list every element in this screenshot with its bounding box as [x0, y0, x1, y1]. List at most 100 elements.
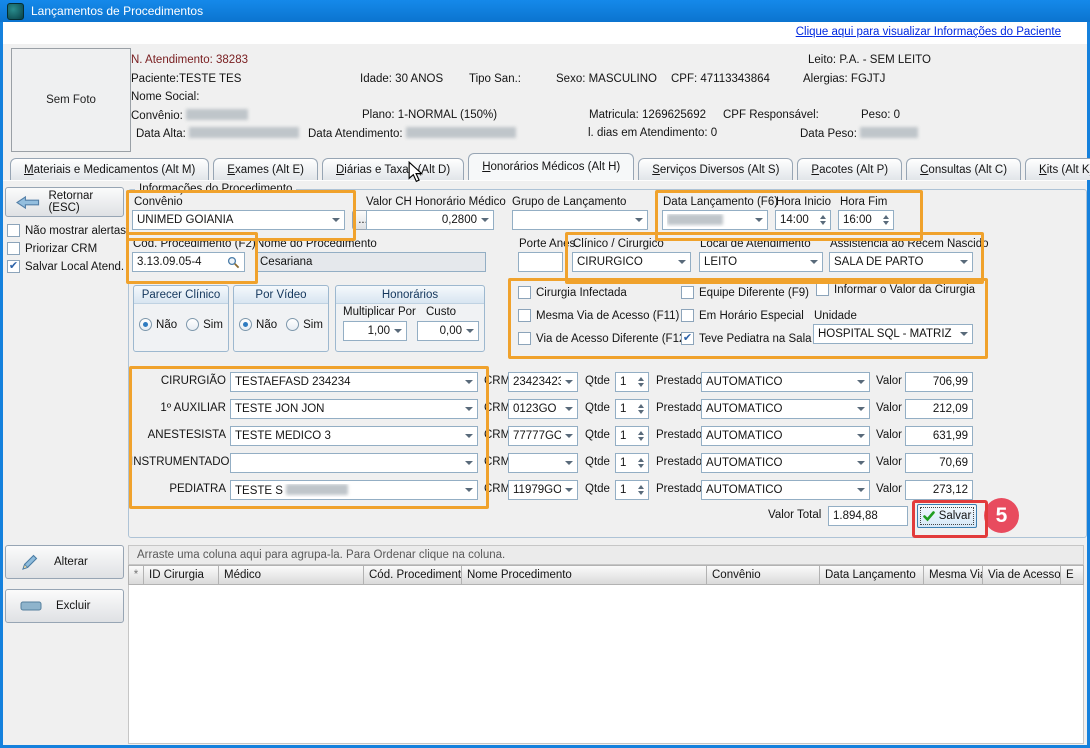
- checkbox-box: [681, 309, 694, 322]
- tab-diarias-taxas[interactable]: Diárias e Taxas (Alt D): [322, 158, 464, 180]
- pediatra-combo[interactable]: TESTE S: [230, 480, 478, 500]
- anestesista-combo[interactable]: TESTE MEDICO 3: [230, 426, 478, 446]
- anestesista-qtde-spinner[interactable]: 1: [615, 426, 649, 446]
- checkbox-equipe-diferente[interactable]: Equipe Diferente (F9): [681, 286, 809, 299]
- valor-label: Valor: [876, 402, 902, 414]
- assistencia-label: Assistência ao Recem Nascido: [830, 238, 989, 250]
- instrumentador-valor-field[interactable]: 70,69: [905, 453, 973, 473]
- column-header-medico[interactable]: Médico: [219, 565, 364, 585]
- spinner-arrows-icon[interactable]: [638, 431, 644, 441]
- anestesista-crm-combo[interactable]: 77777GO: [508, 426, 578, 446]
- checkbox-cirurgia-infectada[interactable]: Cirurgia Infectada: [518, 286, 627, 299]
- tab-consultas[interactable]: Consultas (Alt C): [906, 158, 1021, 180]
- unidade-combo[interactable]: HOSPITAL SQL - MATRIZ: [813, 324, 973, 344]
- hora-fim-spinner[interactable]: 16:00: [838, 210, 894, 230]
- tab-exames[interactable]: Exames (Alt E): [213, 158, 318, 180]
- auxiliar-valor-field[interactable]: 212,09: [905, 399, 973, 419]
- data-lancamento-combo[interactable]: [662, 210, 768, 230]
- column-header-nome-procedimento[interactable]: Nome Procedimento: [462, 565, 707, 585]
- check-icon: [923, 511, 935, 522]
- pediatra-valor-field[interactable]: 273,12: [905, 480, 973, 500]
- search-icon[interactable]: [227, 256, 240, 269]
- pediatra-qtde-spinner[interactable]: 1: [615, 480, 649, 500]
- checkbox-via-acesso-diferente[interactable]: Via de Acesso Diferente (F12): [518, 332, 689, 345]
- column-header-convenio[interactable]: Convênio: [707, 565, 820, 585]
- anestesista-valor-field[interactable]: 631,99: [905, 426, 973, 446]
- column-header-data-lancamento[interactable]: Data Lançamento: [820, 565, 924, 585]
- checkbox-nao-mostrar-alertas[interactable]: Não mostrar alertas: [7, 224, 126, 237]
- parecer-clinico-groupbox: Parecer Clínico Não Sim: [133, 285, 229, 352]
- auxiliar-qtde-spinner[interactable]: 1: [615, 399, 649, 419]
- tab-materiais-medicamentos[interactable]: Materiais e Medicamentos (Alt M): [10, 158, 209, 180]
- column-header-clipped[interactable]: E: [1061, 565, 1084, 585]
- tab-kits[interactable]: Kits (Alt K): [1025, 158, 1090, 180]
- grid-body-empty[interactable]: [128, 585, 1084, 744]
- porte-anes-field[interactable]: [518, 252, 563, 272]
- spinner-arrows-icon[interactable]: [638, 485, 644, 495]
- grid-groupby-bar[interactable]: Arraste uma coluna aqui para agrupa-la. …: [128, 545, 1084, 565]
- local-atendimento-combo[interactable]: LEITO: [699, 252, 823, 272]
- instrumentador-prestador-combo[interactable]: AUTOMÁTICO: [701, 453, 870, 473]
- assistencia-combo[interactable]: SALA DE PARTO: [829, 252, 973, 272]
- checkbox-priorizar-crm[interactable]: Priorizar CRM: [7, 242, 97, 255]
- pediatra-crm-combo[interactable]: 11979GO: [508, 480, 578, 500]
- spinner-arrows-icon[interactable]: [638, 404, 644, 414]
- cirurgiao-qtde-spinner[interactable]: 1: [615, 372, 649, 392]
- column-header-via-de-acesso[interactable]: Via de Acesso: [983, 565, 1061, 585]
- cirurgiao-prestador-combo[interactable]: AUTOMÁTICO: [701, 372, 870, 392]
- instrumentador-combo[interactable]: [230, 453, 478, 473]
- checkbox-informar-valor-cirurgia[interactable]: Informar o Valor da Cirurgia: [816, 283, 975, 296]
- checkbox-teve-pediatra[interactable]: Teve Pediatra na Sala: [681, 332, 812, 345]
- instrumentador-crm-combo[interactable]: [508, 453, 578, 473]
- instrumentador-qtde-spinner[interactable]: 1: [615, 453, 649, 473]
- valor-ch-field[interactable]: 0,2800: [366, 210, 494, 230]
- window-title: Lançamentos de Procedimentos: [31, 4, 203, 18]
- pediatra-prestador-combo[interactable]: AUTOMÁTICO: [701, 480, 870, 500]
- alterar-button[interactable]: Alterar: [5, 545, 124, 579]
- auxiliar-prestador-combo[interactable]: AUTOMÁTICO: [701, 399, 870, 419]
- checkbox-box: [7, 242, 20, 255]
- salvar-button[interactable]: Salvar: [917, 504, 977, 528]
- column-header-id-cirurgia[interactable]: ID Cirurgia: [144, 565, 219, 585]
- checkbox-box: [518, 309, 531, 322]
- spinner-arrows-icon[interactable]: [820, 215, 826, 225]
- grid-options-icon[interactable]: *: [128, 565, 144, 585]
- cod-procedimento-field[interactable]: 3.13.09.05-4: [132, 252, 245, 272]
- excluir-label: Excluir: [56, 600, 91, 612]
- convenio-combo[interactable]: UNIMED GOIANIA: [132, 210, 345, 230]
- dropdown-arrow-icon: [465, 461, 473, 465]
- patient-info-link[interactable]: Clique aqui para visualizar Informações …: [796, 26, 1061, 38]
- convenio-value: UNIMED GOIANIA: [137, 214, 328, 226]
- checkbox-em-horario-especial[interactable]: Em Horário Especial: [681, 309, 804, 322]
- video-sim-radio[interactable]: Sim: [286, 318, 323, 331]
- checkbox-mesma-via-acesso[interactable]: Mesma Via de Acesso (F11): [518, 309, 679, 322]
- retornar-label: Retornar (ESC): [48, 190, 123, 214]
- tab-servicos-diversos[interactable]: Serviços Diversos (Alt S): [638, 158, 793, 180]
- cirurgiao-valor-field[interactable]: 706,99: [905, 372, 973, 392]
- auxiliar-crm-combo[interactable]: 0123GO: [508, 399, 578, 419]
- valor-total-field: 1.894,88: [828, 506, 908, 526]
- video-nao-radio[interactable]: Não: [239, 318, 277, 331]
- auxiliar-combo[interactable]: TESTE JON JON: [230, 399, 478, 419]
- cirurgiao-combo[interactable]: TESTAEFASD 234234: [230, 372, 478, 392]
- tab-honorarios-medicos[interactable]: Honorários Médicos (Alt H): [468, 153, 634, 180]
- multiplicar-por-field[interactable]: 1,00: [343, 321, 407, 341]
- spinner-arrows-icon[interactable]: [638, 458, 644, 468]
- anestesista-prestador-combo[interactable]: AUTOMÁTICO: [701, 426, 870, 446]
- checkbox-salvar-local-atend[interactable]: Salvar Local Atend.: [7, 260, 124, 273]
- spinner-arrows-icon[interactable]: [883, 215, 889, 225]
- parecer-nao-radio[interactable]: Não: [139, 318, 177, 331]
- tab-pacotes[interactable]: Pacotes (Alt P): [797, 158, 902, 180]
- excluir-button[interactable]: Excluir: [5, 589, 124, 623]
- column-header-mesma-via[interactable]: Mesma Via (: [924, 565, 983, 585]
- custo-field[interactable]: 0,00: [417, 321, 479, 341]
- grupo-lancamento-combo[interactable]: [512, 210, 648, 230]
- spinner-arrows-icon[interactable]: [638, 377, 644, 387]
- data-peso-label: Data Peso:: [800, 128, 857, 140]
- retornar-button[interactable]: Retornar (ESC): [5, 187, 124, 217]
- parecer-sim-radio[interactable]: Sim: [186, 318, 223, 331]
- hora-inicio-spinner[interactable]: 14:00: [775, 210, 831, 230]
- cirurgiao-crm-combo[interactable]: 234234234(: [508, 372, 578, 392]
- clinico-cirurgico-combo[interactable]: CIRURGICO: [572, 252, 691, 272]
- column-header-cod-procedimento[interactable]: Cód. Procedimento: [364, 565, 462, 585]
